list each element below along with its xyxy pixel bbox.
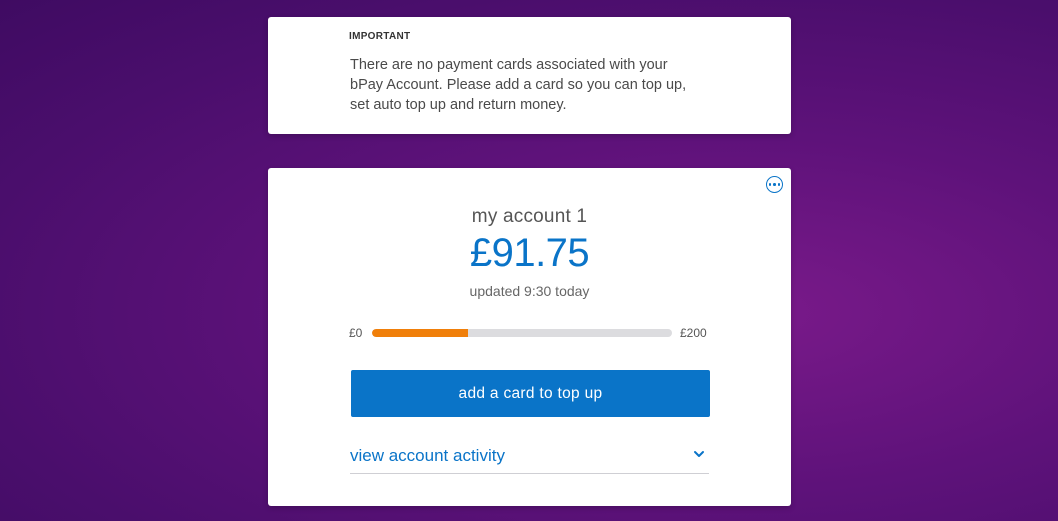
more-options-icon[interactable] xyxy=(766,176,783,193)
range-min-label: £0 xyxy=(349,326,363,340)
account-card: my account 1 £91.75 updated 9:30 today £… xyxy=(268,168,791,506)
range-max-label: £200 xyxy=(680,326,707,340)
notice-line-2: bPay Account. Please add a card so you c… xyxy=(350,77,687,93)
notice-line-3: set auto top up and return money. xyxy=(350,97,567,113)
account-balance: £91.75 xyxy=(469,231,590,275)
view-account-activity-toggle[interactable]: view account activity xyxy=(350,443,709,474)
balance-progress-track xyxy=(372,329,672,337)
important-notice: IMPORTANT There are no payment cards ass… xyxy=(268,17,791,134)
balance-progress-fill xyxy=(372,329,468,337)
chevron-down-icon xyxy=(694,451,704,457)
view-account-activity-label: view account activity xyxy=(350,446,505,465)
notice-line-1: There are no payment cards associated wi… xyxy=(350,57,668,73)
notice-message: There are no payment cards associated wi… xyxy=(350,55,720,115)
updated-timestamp: updated 9:30 today xyxy=(469,283,590,299)
notice-heading: IMPORTANT xyxy=(349,31,411,42)
add-card-button[interactable]: add a card to top up xyxy=(351,370,710,417)
account-name: my account 1 xyxy=(471,206,588,227)
